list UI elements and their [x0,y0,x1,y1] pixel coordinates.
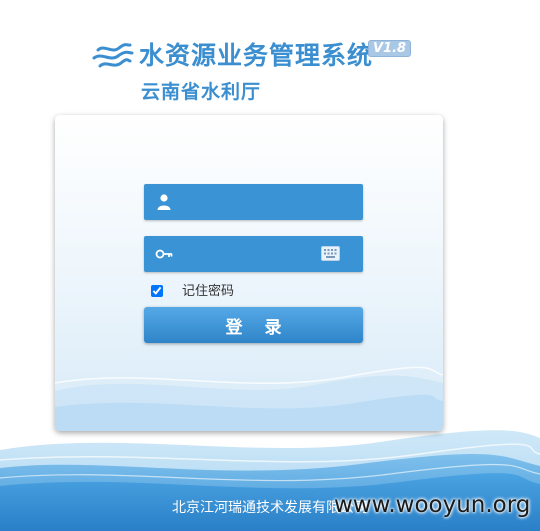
remember-password-label: 记住密码 [182,284,235,299]
organization-name: 云南省水利厅 [141,81,262,103]
remember-password-checkbox[interactable] [151,285,163,297]
watermark: www.wooyun.org [334,492,531,518]
login-panel: 记住密码 登 录 [55,115,443,431]
key-icon [155,249,173,259]
user-icon [157,194,171,210]
password-field [144,236,363,272]
panel-waves [55,366,443,431]
login-button[interactable]: 登 录 [144,307,363,343]
keyboard-icon[interactable] [321,246,340,261]
password-input[interactable] [184,236,314,272]
username-input[interactable] [184,184,314,220]
water-waves-icon [92,43,134,68]
version-badge: V1.8 [368,40,412,57]
app-title: 水资源业务管理系统 [139,41,374,70]
username-field [144,184,363,220]
